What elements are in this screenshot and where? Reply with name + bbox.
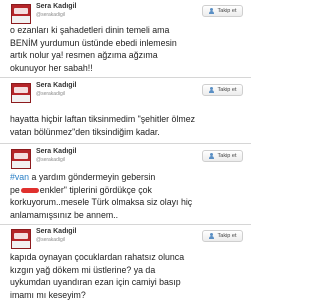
avatar[interactable] bbox=[11, 83, 31, 103]
follow-button[interactable]: Takip et bbox=[202, 84, 243, 96]
user-handle[interactable]: @serakadigil bbox=[36, 91, 65, 97]
redaction-mark bbox=[20, 187, 39, 193]
tweet-line: hayatta hiçbir laftan tiksinmedim "şehit… bbox=[10, 114, 196, 124]
tweet-line: kızgın yağ dökem mi üstlerine? ya da bbox=[10, 264, 156, 275]
avatar-band bbox=[12, 241, 30, 248]
avatar-band bbox=[12, 95, 30, 102]
tweet-text: #van a yardım göndermeyin gebersin pe enk… bbox=[10, 171, 246, 221]
tweet-line: anlamamışsınız be annem.. bbox=[10, 209, 119, 220]
avatar-band bbox=[12, 16, 30, 23]
follow-button-label: Takip et bbox=[217, 87, 237, 93]
tweet-line: BENİM yurdumun üstünde ebedi inlemesin bbox=[10, 37, 177, 48]
divider bbox=[0, 77, 251, 78]
tweet-card: Sera Kadıgil @serakadigil Takip et #van … bbox=[0, 145, 251, 223]
tweet-line: kapıda oynayan çocuklardan rahatsız olun… bbox=[10, 252, 185, 262]
avatar-band bbox=[12, 161, 30, 168]
user-handle[interactable]: @serakadigil bbox=[36, 12, 65, 18]
tweet-line: artık nolur ya! resmen ağzıma ağzıma bbox=[10, 50, 158, 60]
tweet-line: imamı mı keseyim? bbox=[10, 289, 86, 300]
tweet-line-text: a yardım göndermeyin gebersin bbox=[29, 172, 156, 182]
avatar-logo-mark bbox=[14, 87, 28, 93]
user-name[interactable]: Sera Kadıgil bbox=[36, 228, 76, 235]
avatar[interactable] bbox=[11, 229, 31, 249]
avatar-logo-mark bbox=[14, 8, 28, 14]
add-user-icon bbox=[208, 7, 216, 15]
follow-button-label: Takip et bbox=[217, 233, 237, 239]
avatar-logo-mark bbox=[14, 233, 28, 239]
user-name[interactable]: Sera Kadıgil bbox=[36, 82, 76, 89]
user-handle[interactable]: @serakadigil bbox=[36, 157, 65, 163]
follow-button[interactable]: Takip et bbox=[202, 5, 243, 17]
user-handle[interactable]: @serakadigil bbox=[36, 237, 65, 243]
avatar-logo-mark bbox=[14, 153, 28, 159]
follow-button-label: Takip et bbox=[217, 8, 237, 14]
tweet-line-text: pe bbox=[10, 184, 20, 195]
add-user-icon bbox=[208, 232, 216, 240]
tweet-card: Sera Kadıgil @serakadigil Takip et o eza… bbox=[0, 0, 251, 75]
follow-button[interactable]: Takip et bbox=[202, 230, 243, 242]
follow-button[interactable]: Takip et bbox=[202, 150, 243, 162]
tweet-line: o ezanları ki şahadetleri dinin temeli a… bbox=[10, 25, 170, 35]
add-user-icon bbox=[208, 152, 216, 160]
tweet-card: Sera Kadıgil @serakadigil Takip et kapıd… bbox=[0, 225, 251, 307]
user-name[interactable]: Sera Kadıgil bbox=[36, 148, 76, 155]
tweet-line: okunuyor her sabah!! bbox=[10, 62, 93, 73]
tweet-text: o ezanları ki şahadetleri dinin temeli a… bbox=[10, 24, 246, 74]
tweet-line: pe enkler" tiplerini gördükçe çok bbox=[10, 184, 246, 197]
tweet-line: #van a yardım göndermeyin gebersin bbox=[10, 171, 246, 184]
follow-button-label: Takip et bbox=[217, 153, 237, 159]
user-name[interactable]: Sera Kadıgil bbox=[36, 3, 76, 10]
tweet-line: uykumdan uyandıran ezan için camiyi bası… bbox=[10, 277, 181, 287]
tweet-line: korkuyorum..mesele Türk olmaksa siz olay… bbox=[10, 197, 193, 207]
tweet-line: vatan bölünmez"den tiksindiğim kadar. bbox=[10, 126, 160, 137]
add-user-icon bbox=[208, 86, 216, 94]
avatar[interactable] bbox=[11, 4, 31, 24]
divider bbox=[0, 143, 251, 144]
tweet-card: Sera Kadıgil @serakadigil Takip et hayat… bbox=[0, 79, 251, 141]
tweet-text: hayatta hiçbir laftan tiksinmedim "şehit… bbox=[10, 113, 246, 138]
tweet-text: kapıda oynayan çocuklardan rahatsız olun… bbox=[10, 251, 246, 301]
tweet-line-text: enkler" tiplerini gördükçe çok bbox=[39, 184, 152, 195]
hashtag-link[interactable]: #van bbox=[10, 172, 29, 182]
avatar[interactable] bbox=[11, 149, 31, 169]
